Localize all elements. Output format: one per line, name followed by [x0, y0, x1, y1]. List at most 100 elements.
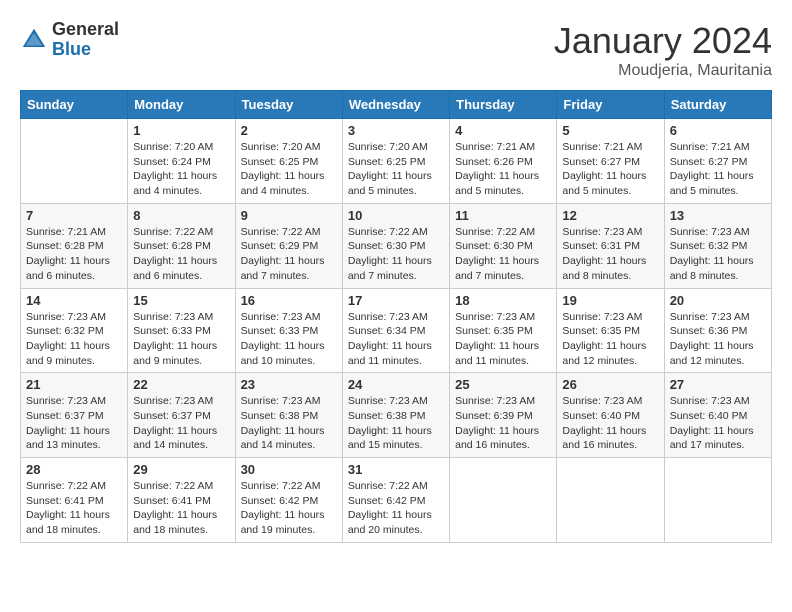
- calendar-cell: 12 Sunrise: 7:23 AMSunset: 6:31 PMDayligh…: [557, 203, 664, 288]
- day-number: 23: [241, 377, 337, 392]
- logo: General Blue: [20, 20, 119, 60]
- day-number: 4: [455, 123, 551, 138]
- calendar-cell: 22 Sunrise: 7:23 AMSunset: 6:37 PMDayligh…: [128, 373, 235, 458]
- calendar-cell: 23 Sunrise: 7:23 AMSunset: 6:38 PMDayligh…: [235, 373, 342, 458]
- day-number: 16: [241, 293, 337, 308]
- day-info: Sunrise: 7:21 AMSunset: 6:27 PMDaylight:…: [562, 140, 658, 199]
- day-number: 7: [26, 208, 122, 223]
- weekday-header: Saturday: [664, 91, 771, 119]
- calendar-cell: 5 Sunrise: 7:21 AMSunset: 6:27 PMDaylight…: [557, 119, 664, 204]
- day-info: Sunrise: 7:23 AMSunset: 6:33 PMDaylight:…: [241, 310, 337, 369]
- day-info: Sunrise: 7:23 AMSunset: 6:40 PMDaylight:…: [670, 394, 766, 453]
- calendar-cell: 7 Sunrise: 7:21 AMSunset: 6:28 PMDaylight…: [21, 203, 128, 288]
- day-info: Sunrise: 7:21 AMSunset: 6:27 PMDaylight:…: [670, 140, 766, 199]
- calendar-cell: 10 Sunrise: 7:22 AMSunset: 6:30 PMDayligh…: [342, 203, 449, 288]
- calendar-cell: 17Sunrise: 7:23 AMSunset: 6:34 PMDayligh…: [342, 288, 449, 373]
- calendar-cell: 11Sunrise: 7:22 AMSunset: 6:30 PMDayligh…: [450, 203, 557, 288]
- calendar-cell: 29 Sunrise: 7:22 AMSunset: 6:41 PMDayligh…: [128, 458, 235, 543]
- logo-icon: [20, 26, 48, 54]
- calendar-cell: 6 Sunrise: 7:21 AMSunset: 6:27 PMDaylight…: [664, 119, 771, 204]
- day-number: 20: [670, 293, 766, 308]
- day-number: 13: [670, 208, 766, 223]
- day-info: Sunrise: 7:23 AMSunset: 6:37 PMDaylight:…: [26, 394, 122, 453]
- day-info: Sunrise: 7:22 AMSunset: 6:41 PMDaylight:…: [133, 479, 229, 538]
- day-number: 6: [670, 123, 766, 138]
- day-number: 5: [562, 123, 658, 138]
- day-info: Sunrise: 7:22 AMSunset: 6:29 PMDaylight:…: [241, 225, 337, 284]
- calendar-cell: [664, 458, 771, 543]
- day-info: Sunrise: 7:22 AMSunset: 6:41 PMDaylight:…: [26, 479, 122, 538]
- day-info: Sunrise: 7:21 AMSunset: 6:28 PMDaylight:…: [26, 225, 122, 284]
- day-info: Sunrise: 7:22 AMSunset: 6:30 PMDaylight:…: [348, 225, 444, 284]
- calendar-cell: 14 Sunrise: 7:23 AMSunset: 6:32 PMDayligh…: [21, 288, 128, 373]
- day-info: Sunrise: 7:23 AMSunset: 6:34 PMDaylight:…: [348, 310, 444, 369]
- calendar-week-row: 1Sunrise: 7:20 AMSunset: 6:24 PMDaylight…: [21, 119, 772, 204]
- weekday-header: Tuesday: [235, 91, 342, 119]
- logo-general-text: General: [52, 20, 119, 40]
- day-info: Sunrise: 7:20 AMSunset: 6:25 PMDaylight:…: [241, 140, 337, 199]
- calendar-table: SundayMondayTuesdayWednesdayThursdayFrid…: [20, 90, 772, 543]
- day-number: 30: [241, 462, 337, 477]
- day-info: Sunrise: 7:23 AMSunset: 6:37 PMDaylight:…: [133, 394, 229, 453]
- day-number: 10: [348, 208, 444, 223]
- calendar-cell: 24 Sunrise: 7:23 AMSunset: 6:38 PMDayligh…: [342, 373, 449, 458]
- day-info: Sunrise: 7:22 AMSunset: 6:42 PMDaylight:…: [241, 479, 337, 538]
- day-number: 12: [562, 208, 658, 223]
- day-number: 31: [348, 462, 444, 477]
- calendar-week-row: 28 Sunrise: 7:22 AMSunset: 6:41 PMDayligh…: [21, 458, 772, 543]
- day-info: Sunrise: 7:23 AMSunset: 6:31 PMDaylight:…: [562, 225, 658, 284]
- location: Moudjeria, Mauritania: [554, 62, 772, 80]
- weekday-header: Wednesday: [342, 91, 449, 119]
- day-info: Sunrise: 7:23 AMSunset: 6:32 PMDaylight:…: [670, 225, 766, 284]
- calendar-week-row: 21Sunrise: 7:23 AMSunset: 6:37 PMDayligh…: [21, 373, 772, 458]
- day-number: 2: [241, 123, 337, 138]
- calendar-cell: [450, 458, 557, 543]
- calendar-cell: [21, 119, 128, 204]
- weekday-header: Thursday: [450, 91, 557, 119]
- day-info: Sunrise: 7:22 AMSunset: 6:42 PMDaylight:…: [348, 479, 444, 538]
- weekday-header: Friday: [557, 91, 664, 119]
- calendar-cell: 3Sunrise: 7:20 AMSunset: 6:25 PMDaylight…: [342, 119, 449, 204]
- calendar-cell: 1Sunrise: 7:20 AMSunset: 6:24 PMDaylight…: [128, 119, 235, 204]
- logo-text: General Blue: [52, 20, 119, 60]
- day-info: Sunrise: 7:23 AMSunset: 6:35 PMDaylight:…: [562, 310, 658, 369]
- day-number: 19: [562, 293, 658, 308]
- day-number: 26: [562, 377, 658, 392]
- day-number: 29: [133, 462, 229, 477]
- calendar-cell: 8 Sunrise: 7:22 AMSunset: 6:28 PMDaylight…: [128, 203, 235, 288]
- day-info: Sunrise: 7:23 AMSunset: 6:38 PMDaylight:…: [241, 394, 337, 453]
- day-number: 15: [133, 293, 229, 308]
- calendar-week-row: 7 Sunrise: 7:21 AMSunset: 6:28 PMDaylight…: [21, 203, 772, 288]
- day-number: 24: [348, 377, 444, 392]
- day-number: 3: [348, 123, 444, 138]
- day-info: Sunrise: 7:22 AMSunset: 6:30 PMDaylight:…: [455, 225, 551, 284]
- weekday-header: Monday: [128, 91, 235, 119]
- day-number: 14: [26, 293, 122, 308]
- calendar-cell: 4Sunrise: 7:21 AMSunset: 6:26 PMDaylight…: [450, 119, 557, 204]
- title-block: January 2024 Moudjeria, Mauritania: [554, 20, 772, 80]
- month-year: January 2024: [554, 20, 772, 62]
- day-info: Sunrise: 7:23 AMSunset: 6:35 PMDaylight:…: [455, 310, 551, 369]
- calendar-cell: 25Sunrise: 7:23 AMSunset: 6:39 PMDayligh…: [450, 373, 557, 458]
- day-number: 28: [26, 462, 122, 477]
- day-info: Sunrise: 7:20 AMSunset: 6:24 PMDaylight:…: [133, 140, 229, 199]
- day-number: 27: [670, 377, 766, 392]
- page-header: General Blue January 2024 Moudjeria, Mau…: [20, 20, 772, 80]
- day-number: 22: [133, 377, 229, 392]
- weekday-header: Sunday: [21, 91, 128, 119]
- calendar-cell: 2 Sunrise: 7:20 AMSunset: 6:25 PMDaylight…: [235, 119, 342, 204]
- calendar-cell: 16 Sunrise: 7:23 AMSunset: 6:33 PMDayligh…: [235, 288, 342, 373]
- calendar-week-row: 14 Sunrise: 7:23 AMSunset: 6:32 PMDayligh…: [21, 288, 772, 373]
- calendar-cell: 19 Sunrise: 7:23 AMSunset: 6:35 PMDayligh…: [557, 288, 664, 373]
- day-number: 8: [133, 208, 229, 223]
- calendar-cell: 31 Sunrise: 7:22 AMSunset: 6:42 PMDayligh…: [342, 458, 449, 543]
- day-info: Sunrise: 7:23 AMSunset: 6:38 PMDaylight:…: [348, 394, 444, 453]
- calendar-cell: 27 Sunrise: 7:23 AMSunset: 6:40 PMDayligh…: [664, 373, 771, 458]
- day-info: Sunrise: 7:22 AMSunset: 6:28 PMDaylight:…: [133, 225, 229, 284]
- day-info: Sunrise: 7:23 AMSunset: 6:32 PMDaylight:…: [26, 310, 122, 369]
- logo-blue-text: Blue: [52, 40, 119, 60]
- calendar-cell: 30 Sunrise: 7:22 AMSunset: 6:42 PMDayligh…: [235, 458, 342, 543]
- day-number: 9: [241, 208, 337, 223]
- day-info: Sunrise: 7:23 AMSunset: 6:40 PMDaylight:…: [562, 394, 658, 453]
- calendar-cell: 28 Sunrise: 7:22 AMSunset: 6:41 PMDayligh…: [21, 458, 128, 543]
